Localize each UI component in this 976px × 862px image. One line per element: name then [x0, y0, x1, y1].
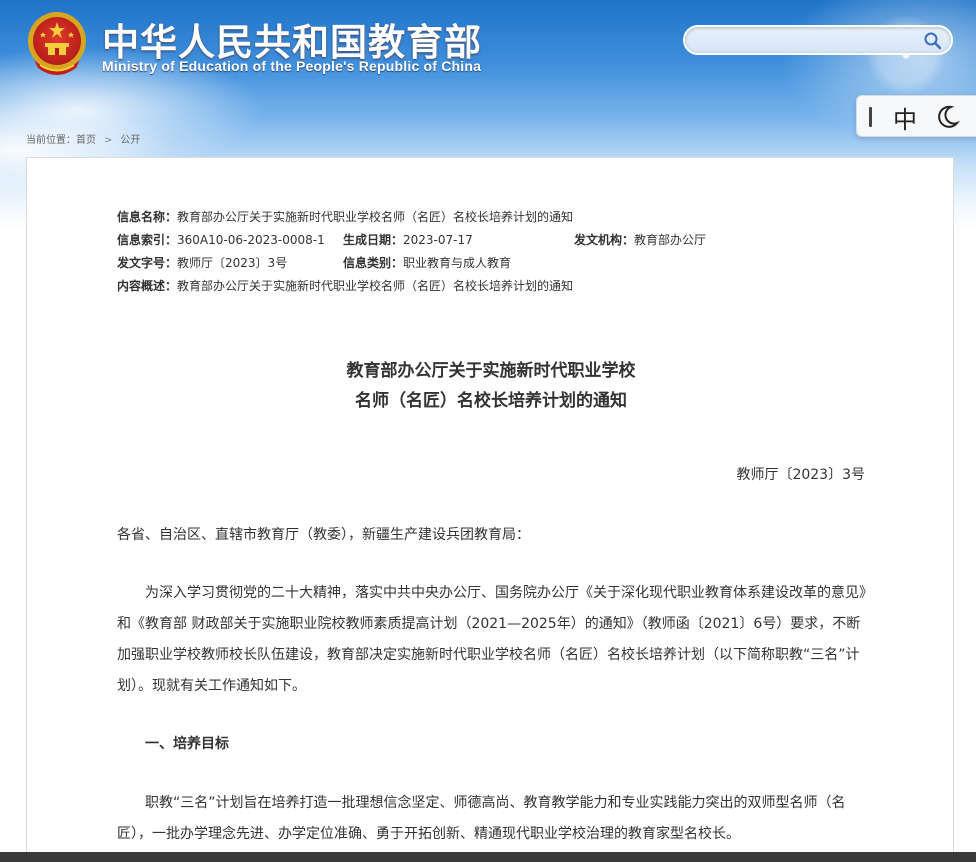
salutation: 各省、自治区、直辖市教育厅（教委），新疆生产建设兵团教育局：	[117, 527, 530, 543]
meta-value: 2023-07-17	[403, 233, 473, 247]
meta-row-docnum: 发文字号：教师厅〔2023〕3号 信息类别：职业教育与成人教育	[117, 252, 877, 275]
info-metadata: 信息名称：教育部办公厅关于实施新时代职业学校名师（名匠）名校长培养计划的通知 信…	[117, 206, 877, 298]
document-title: 教育部办公厅关于实施新时代职业学校 名师（名匠）名校长培养计划的通知	[27, 356, 955, 416]
ime-drag-handle[interactable]	[869, 107, 872, 127]
meta-row-summary: 内容概述：教育部办公厅关于实施新时代职业学校名师（名匠）名校长培养计划的通知	[117, 275, 877, 298]
section-heading: 一、培养目标	[145, 736, 229, 752]
body-paragraph: 为深入学习贯彻党的二十大精神，落实中共中央办公厅、国务院办公厅《关于深化现代职业…	[117, 585, 866, 694]
bottom-bar	[0, 852, 976, 862]
ime-toolbar[interactable]: 中	[856, 95, 976, 137]
meta-value: 教育部办公厅	[634, 233, 707, 247]
meta-value: 教师厅〔2023〕3号	[177, 256, 288, 270]
chevron-right-icon: >	[104, 135, 113, 146]
site-subtitle: Ministry of Education of the People's Re…	[102, 58, 482, 74]
meta-label: 内容概述：	[117, 279, 178, 293]
meta-label: 信息名称：	[117, 210, 178, 224]
breadcrumb: 当前位置：首页 > 公开	[26, 131, 140, 146]
meta-value: 360A10-06-2023-0008-1	[177, 233, 325, 247]
document-title-line: 教育部办公厅关于实施新时代职业学校	[346, 361, 636, 381]
meta-row-name: 信息名称：教育部办公厅关于实施新时代职业学校名师（名匠）名校长培养计划的通知	[117, 206, 877, 229]
search-input[interactable]	[697, 31, 917, 49]
meta-row-index: 信息索引：360A10-06-2023-0008-1 生成日期：2023-07-…	[117, 229, 877, 252]
meta-label: 发文字号：	[117, 256, 178, 270]
meta-value: 教育部办公厅关于实施新时代职业学校名师（名匠）名校长培养计划的通知	[177, 279, 574, 293]
breadcrumb-public-link[interactable]: 公开	[120, 135, 140, 146]
search-icon[interactable]	[923, 31, 943, 51]
moon-icon[interactable]	[935, 104, 961, 130]
meta-label: 生成日期：	[343, 233, 404, 247]
document-title-line: 名师（名匠）名校长培养计划的通知	[355, 391, 627, 411]
meta-value: 职业教育与成人教育	[403, 256, 512, 270]
dandelion-decoration	[816, 0, 966, 110]
breadcrumb-home-link[interactable]: 首页	[76, 135, 96, 146]
document-number: 教师厅〔2023〕3号	[736, 467, 865, 483]
body-paragraph: 职教“三名”计划旨在培养打造一批理想信念坚定、师德高尚、教育教学能力和专业实践能…	[117, 795, 846, 842]
breadcrumb-label: 当前位置：	[26, 135, 76, 146]
meta-label: 信息类别：	[343, 256, 404, 270]
search-box[interactable]	[683, 25, 953, 55]
meta-value: 教育部办公厅关于实施新时代职业学校名师（名匠）名校长培养计划的通知	[177, 210, 574, 224]
meta-label: 发文机构：	[574, 233, 635, 247]
article-panel: 信息名称：教育部办公厅关于实施新时代职业学校名师（名匠）名校长培养计划的通知 信…	[26, 157, 954, 862]
meta-label: 信息索引：	[117, 233, 178, 247]
national-emblem-icon	[28, 12, 86, 75]
ime-language-toggle[interactable]: 中	[893, 100, 917, 135]
